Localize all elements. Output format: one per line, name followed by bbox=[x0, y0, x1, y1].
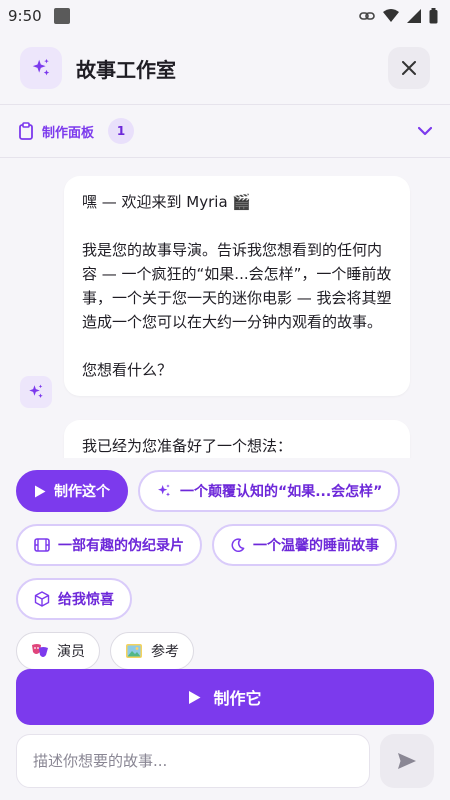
cube-icon bbox=[34, 591, 50, 607]
theater-masks-icon bbox=[32, 644, 48, 657]
production-panel-toggle[interactable]: 制作面板 1 bbox=[0, 105, 450, 157]
message-paragraph: 嘿 — 欢迎来到 Myria 🎬 bbox=[82, 193, 252, 211]
make-it-label: 制作它 bbox=[213, 689, 262, 708]
message-paragraph: 我是您的故事导演。告诉我您想看到的任何内容 — 一个疯狂的“如果...会怎样”，… bbox=[82, 241, 392, 331]
assistant-avatar bbox=[20, 376, 52, 408]
sparkles-icon bbox=[20, 47, 62, 89]
make-this-chip[interactable]: 制作这个 bbox=[16, 470, 128, 512]
chip-label: 制作这个 bbox=[54, 484, 110, 500]
close-button[interactable] bbox=[388, 47, 430, 89]
panel-label: 制作面板 bbox=[42, 125, 95, 141]
chip-label: 给我惊喜 bbox=[58, 592, 114, 608]
composer bbox=[16, 734, 434, 788]
story-input[interactable] bbox=[16, 734, 370, 788]
chip-label: 一个温馨的睡前故事 bbox=[253, 538, 379, 554]
chat-area[interactable]: 嘿 — 欢迎来到 Myria 🎬 我是您的故事导演。告诉我您想看到的任何内容 —… bbox=[0, 176, 450, 458]
chip-label: 演员 bbox=[57, 644, 85, 660]
wifi-icon bbox=[383, 9, 399, 22]
panel-count-badge: 1 bbox=[108, 118, 135, 144]
play-icon bbox=[35, 485, 46, 497]
clipboard-icon bbox=[19, 122, 33, 140]
moon-icon bbox=[231, 537, 245, 552]
image-icon bbox=[126, 644, 142, 658]
message-paragraph: 我已经为您准备好了一个想法： bbox=[82, 437, 293, 455]
send-icon bbox=[398, 753, 416, 769]
status-time: 9:50 bbox=[8, 7, 42, 25]
make-it-button[interactable]: 制作它 bbox=[16, 669, 434, 725]
chip-label: 一部有趣的伪纪录片 bbox=[58, 538, 184, 554]
reference-chip[interactable]: 参考 bbox=[110, 632, 194, 670]
actors-chip[interactable]: 演员 bbox=[16, 632, 100, 670]
close-icon bbox=[402, 61, 416, 75]
signal-icon bbox=[407, 9, 421, 23]
sparkles-icon bbox=[29, 384, 43, 398]
status-bar: 9:50 bbox=[0, 0, 450, 32]
assistant-message: 嘿 — 欢迎来到 Myria 🎬 我是您的故事导演。告诉我您想看到的任何内容 —… bbox=[64, 176, 410, 396]
send-button[interactable] bbox=[380, 734, 434, 788]
notification-icon bbox=[53, 8, 70, 24]
play-icon bbox=[189, 690, 201, 704]
link-icon bbox=[359, 12, 375, 20]
battery-icon bbox=[429, 8, 438, 24]
mockumentary-chip[interactable]: 一部有趣的伪纪录片 bbox=[16, 524, 202, 566]
chip-label: 一个颠覆认知的“如果...会怎样” bbox=[180, 484, 383, 500]
chevron-down-icon[interactable] bbox=[418, 126, 432, 136]
surprise-me-chip[interactable]: 给我惊喜 bbox=[16, 578, 132, 620]
panel-divider bbox=[0, 157, 450, 158]
assistant-message: 我已经为您准备好了一个想法： bbox=[64, 420, 410, 458]
bedtime-story-chip[interactable]: 一个温馨的睡前故事 bbox=[212, 524, 397, 566]
app-header: 故事工作室 bbox=[0, 32, 450, 104]
what-if-chip[interactable]: 一个颠覆认知的“如果...会怎样” bbox=[138, 470, 401, 512]
page-title: 故事工作室 bbox=[76, 57, 176, 82]
chip-label: 参考 bbox=[151, 644, 179, 660]
suggestion-chips: 制作这个 一个颠覆认知的“如果...会怎样” 一部有趣的伪纪录片 一个温馨的睡前… bbox=[0, 458, 450, 682]
film-icon bbox=[34, 538, 50, 552]
sparkles-icon bbox=[158, 484, 170, 497]
message-paragraph: 您想看什么？ bbox=[82, 361, 173, 379]
